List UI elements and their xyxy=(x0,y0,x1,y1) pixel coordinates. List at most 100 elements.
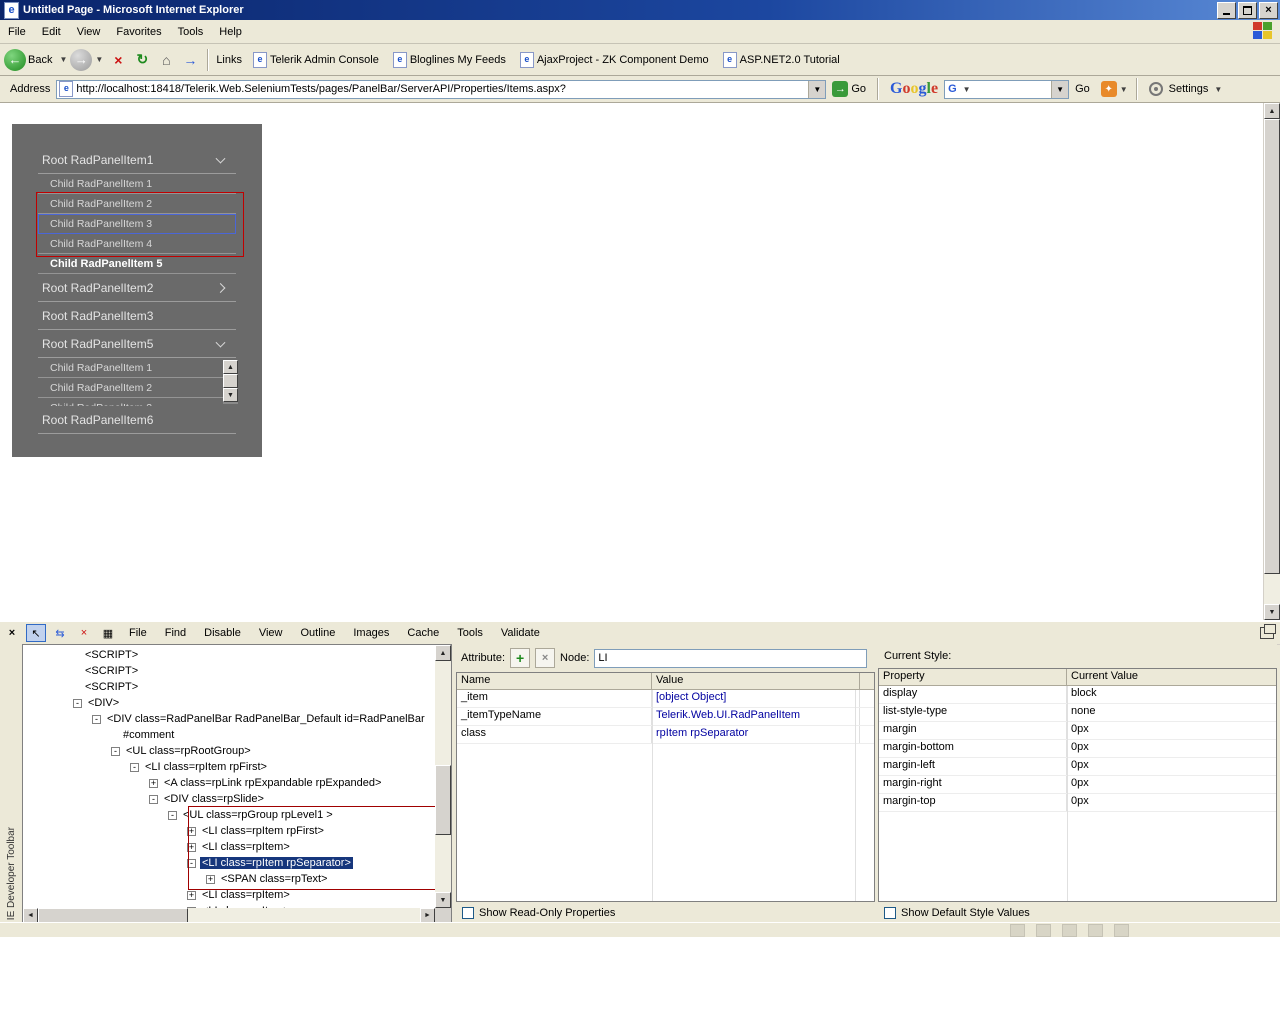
devbar-close-icon[interactable]: × xyxy=(4,625,20,641)
panel-child-item[interactable]: Child RadPanelItem 1 xyxy=(38,174,236,194)
select-element-icon[interactable]: ↖ xyxy=(26,624,46,642)
style-row[interactable]: margin-bottom 0px xyxy=(879,740,1276,758)
panel-root-item[interactable]: Root RadPanelItem5 xyxy=(38,330,236,358)
tree-node[interactable]: - <UL class=rpGroup rpLevel1 > xyxy=(23,807,435,823)
tree-node[interactable]: <SCRIPT> xyxy=(23,679,435,695)
menu-tools[interactable]: Tools xyxy=(170,23,212,41)
panel-child-item[interactable]: Child RadPanelItem 2 xyxy=(38,378,224,398)
attr-header-value[interactable]: Value xyxy=(652,673,860,690)
style-row[interactable]: margin 0px xyxy=(879,722,1276,740)
style-header-value[interactable]: Current Value xyxy=(1067,669,1276,686)
bookmarks-icon[interactable]: ✦ xyxy=(1100,81,1117,97)
devbar-menu-images[interactable]: Images xyxy=(344,624,398,642)
tree-scroll-up-icon[interactable]: ▲ xyxy=(435,645,451,661)
readonly-checkbox[interactable] xyxy=(462,907,474,919)
scroll-down-icon[interactable]: ▼ xyxy=(1264,604,1280,620)
node-input[interactable]: LI xyxy=(594,648,867,668)
devbar-menu-view[interactable]: View xyxy=(250,624,292,642)
tree-node[interactable]: + <A class=rpLink rpExpandable rpExpanded… xyxy=(23,775,435,791)
attribute-row[interactable]: _itemTypeName Telerik.Web.UI.RadPanelItem xyxy=(457,708,874,726)
stop-button[interactable]: × xyxy=(108,50,128,70)
tree-expander-plus-icon[interactable]: + xyxy=(187,890,196,900)
devbar-menu-tools[interactable]: Tools xyxy=(448,624,492,642)
panel-child-item[interactable]: Child RadPanelItem 5 xyxy=(38,254,236,274)
tree-expander-plus-icon[interactable]: + xyxy=(187,826,196,836)
back-button[interactable]: ← xyxy=(4,48,26,71)
tree-expander-minus-icon[interactable]: - xyxy=(130,762,139,772)
tree-expander-minus-icon[interactable]: - xyxy=(149,794,158,804)
address-input[interactable]: e http://localhost:18418/Telerik.Web.Sel… xyxy=(56,79,827,99)
menu-file[interactable]: File xyxy=(0,23,34,41)
style-row[interactable]: margin-left 0px xyxy=(879,758,1276,776)
style-header-property[interactable]: Property xyxy=(879,669,1067,686)
devbar-menu-validate[interactable]: Validate xyxy=(492,624,549,642)
address-url[interactable]: http://localhost:18418/Telerik.Web.Selen… xyxy=(73,83,808,95)
panel-root-item[interactable]: Root RadPanelItem2 xyxy=(38,274,236,302)
go-button[interactable]: → Go xyxy=(826,81,872,97)
tree-scroll-thumb[interactable] xyxy=(435,765,451,835)
panel-root-item[interactable]: Root RadPanelItem1 xyxy=(38,146,236,174)
style-row[interactable]: display block xyxy=(879,686,1276,704)
tree-scroll-right-icon[interactable]: ► xyxy=(420,908,435,923)
panel-child-item[interactable]: Child RadPanelItem 3 xyxy=(38,214,236,234)
panel-scroll-up-icon[interactable]: ▲ xyxy=(223,360,238,374)
tree-expander-minus-icon[interactable]: - xyxy=(187,858,196,868)
go-arrow-icon[interactable]: → xyxy=(180,50,200,70)
defaults-checkbox[interactable] xyxy=(884,907,896,919)
tree-scroll-left-icon[interactable]: ◄ xyxy=(23,908,38,923)
tree-node[interactable]: - <DIV> xyxy=(23,695,435,711)
menu-edit[interactable]: Edit xyxy=(34,23,69,41)
view-source-icon[interactable]: ▦ xyxy=(98,624,118,642)
restore-button[interactable] xyxy=(1238,1,1257,19)
panel-child-item[interactable]: Child RadPanelItem 4 xyxy=(38,234,236,254)
link-item[interactable]: e AjaxProject - ZK Component Demo xyxy=(513,51,716,68)
add-attribute-button[interactable]: + xyxy=(510,648,531,668)
devbar-menu-file[interactable]: File xyxy=(120,624,156,642)
tree-expander-plus-icon[interactable]: + xyxy=(149,778,158,788)
link-item[interactable]: e Telerik Admin Console xyxy=(246,51,386,68)
tree-expander-minus-icon[interactable]: - xyxy=(111,746,120,756)
style-row[interactable]: margin-right 0px xyxy=(879,776,1276,794)
link-item[interactable]: e ASP.NET2.0 Tutorial xyxy=(716,51,847,68)
minimize-button[interactable] xyxy=(1217,1,1236,19)
panel-child-item[interactable]: Child RadPanelItem 3 xyxy=(38,398,224,407)
tree-expander-plus-icon[interactable]: + xyxy=(206,874,215,884)
devbar-menu-find[interactable]: Find xyxy=(156,624,195,642)
forward-button[interactable]: → xyxy=(70,48,93,71)
tree-node[interactable]: + <LI class=rpItem rpFirst> xyxy=(23,823,435,839)
address-dropdown-icon[interactable]: ▼ xyxy=(808,80,826,98)
delete-attribute-button[interactable]: × xyxy=(535,648,556,668)
tree-node[interactable]: - <LI class=rpItem rpFirst> xyxy=(23,759,435,775)
attribute-row[interactable]: class rpItem rpSeparator xyxy=(457,726,874,744)
style-row[interactable]: list-style-type none xyxy=(879,704,1276,722)
panel-scroll-down-icon[interactable]: ▼ xyxy=(223,388,238,402)
tree-hscroll-thumb[interactable] xyxy=(38,908,188,923)
settings-button[interactable]: Settings ▼ xyxy=(1143,82,1232,96)
menu-view[interactable]: View xyxy=(69,23,109,41)
clear-selection-icon[interactable]: × xyxy=(74,624,94,642)
devbar-menu-outline[interactable]: Outline xyxy=(291,624,344,642)
panel-root-item[interactable]: Root RadPanelItem6 xyxy=(38,406,236,434)
tree-node[interactable]: - <UL class=rpRootGroup> xyxy=(23,743,435,759)
tree-node[interactable]: - <DIV class=RadPanelBar RadPanelBar_Defa… xyxy=(23,711,435,727)
google-search-input[interactable]: G ▼ ▼ xyxy=(944,79,1070,99)
link-item[interactable]: e Bloglines My Feeds xyxy=(386,51,513,68)
back-dropdown-icon[interactable]: ▼ xyxy=(56,55,70,64)
refresh-button[interactable]: ↻ xyxy=(132,50,152,70)
menu-favorites[interactable]: Favorites xyxy=(108,23,169,41)
panel-scroll-thumb[interactable] xyxy=(223,374,238,388)
attribute-row[interactable]: _item [object Object] xyxy=(457,690,874,708)
google-g-dropdown-icon[interactable]: ▼ xyxy=(960,85,974,94)
devbar-menu-disable[interactable]: Disable xyxy=(195,624,250,642)
forward-dropdown-icon[interactable]: ▼ xyxy=(92,55,106,64)
scroll-up-icon[interactable]: ▲ xyxy=(1264,103,1280,119)
tree-node[interactable]: - <DIV class=rpSlide> xyxy=(23,791,435,807)
panel-child-item[interactable]: Child RadPanelItem 2 xyxy=(38,194,236,214)
tree-node[interactable]: <SCRIPT> xyxy=(23,647,435,663)
tree-node[interactable]: <SCRIPT> xyxy=(23,663,435,679)
style-row[interactable]: margin-top 0px xyxy=(879,794,1276,812)
back-label[interactable]: Back xyxy=(26,54,56,66)
tree-expander-minus-icon[interactable]: - xyxy=(73,698,82,708)
google-go-button[interactable]: Go xyxy=(1069,83,1096,95)
tree-node[interactable]: + <LI class=rpItem> xyxy=(23,887,435,903)
